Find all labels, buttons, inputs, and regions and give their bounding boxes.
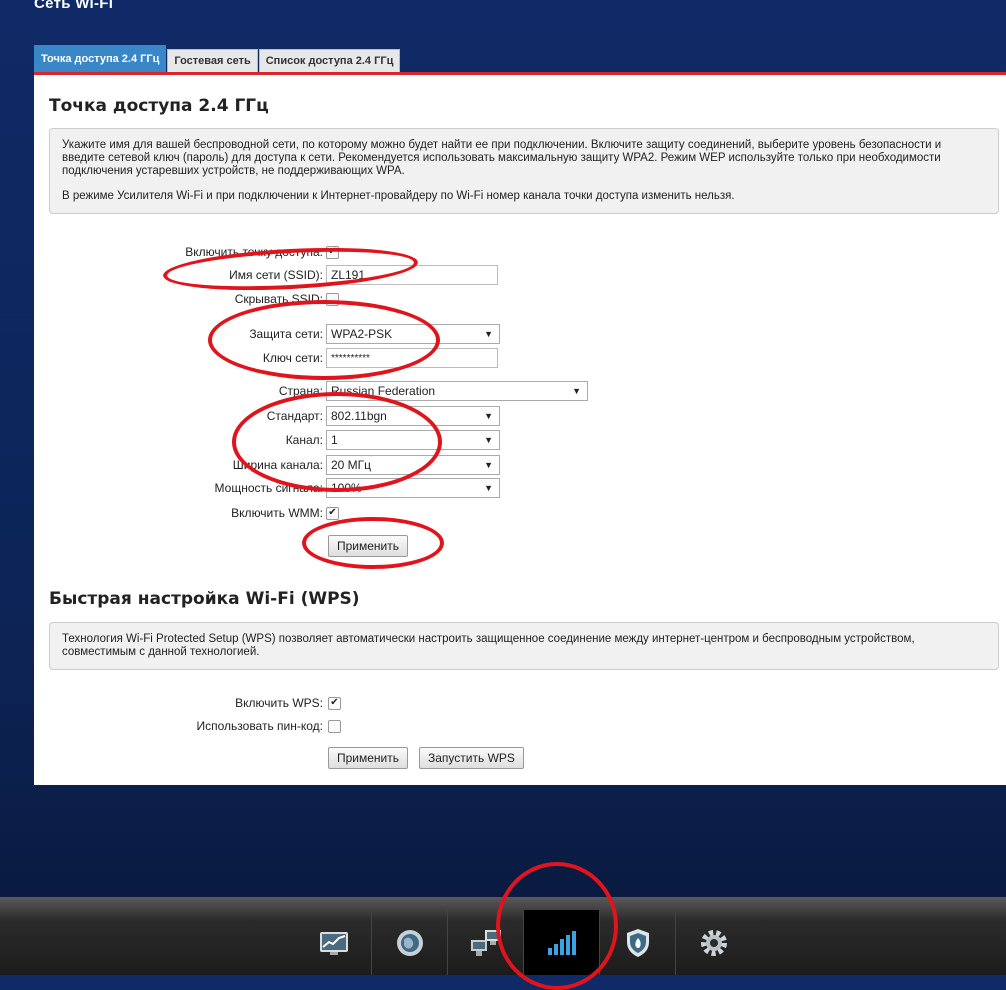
signal-power-label: Мощность сигнала: [214,481,323,495]
security-row: Защита сети: WPA2-PSK ▼ [34,324,1006,344]
ap-info-box: Укажите имя для вашей беспроводной сети,… [49,128,999,214]
standard-row: Стандарт: 802.11bgn ▼ [34,406,1006,426]
ssid-row: Имя сети (SSID): [34,265,1006,285]
security-label: Защита сети: [249,327,323,341]
hide-ssid-label: Скрывать SSID: [234,292,323,306]
chevron-down-icon: ▼ [484,460,493,470]
nav-internet-button[interactable] [372,910,447,975]
hide-ssid-checkbox[interactable] [326,293,339,306]
nav-system-button[interactable] [676,910,751,975]
country-value: Russian Federation [331,384,436,398]
tab-access-point[interactable]: Точка доступа 2.4 ГГц [34,45,167,72]
settings-panel: Точка доступа 2.4 ГГц Укажите имя для ва… [34,72,1006,785]
wps-pin-checkbox[interactable] [328,720,341,733]
signal-power-row: Мощность сигнала: 100% ▼ [34,478,1006,498]
channel-value: 1 [331,433,338,447]
wps-info-text: Технология Wi-Fi Protected Setup (WPS) п… [62,633,915,658]
security-select[interactable]: WPA2-PSK ▼ [326,324,500,344]
nav-security-button[interactable] [600,910,675,975]
ap-info-note: В режиме Усилителя Wi-Fi и при подключен… [62,190,735,202]
wmm-row: Включить WMM: ✔ [34,503,1006,523]
wps-enable-label: Включить WPS: [235,696,323,710]
nav-wifi-button[interactable] [524,910,599,975]
start-wps-button[interactable]: Запустить WPS [419,747,524,769]
page-title: Сеть Wi-Fi [34,0,114,12]
ap-section-title: Точка доступа 2.4 ГГц [49,96,269,116]
country-label: Страна: [278,384,323,398]
nav-monitor-button[interactable] [296,910,371,975]
wps-section-title: Быстрая настройка Wi-Fi (WPS) [49,589,360,609]
chevron-down-icon: ▼ [484,411,493,421]
tab-bar: Точка доступа 2.4 ГГц Гостевая сеть Спис… [34,44,401,72]
country-select[interactable]: Russian Federation ▼ [326,381,588,401]
ap-info-text: Укажите имя для вашей беспроводной сети,… [62,139,942,177]
wps-apply-button[interactable]: Применить [328,747,409,769]
tab-access-list[interactable]: Список доступа 2.4 ГГц [258,49,401,72]
channel-width-select[interactable]: 20 МГц ▼ [326,455,500,475]
wifi-signal-bars-icon [547,930,576,955]
signal-power-select[interactable]: 100% ▼ [326,478,500,498]
country-row: Страна: Russian Federation ▼ [34,381,1006,401]
network-key-input[interactable] [326,348,498,368]
chevron-down-icon: ▼ [572,386,581,396]
tab-guest-network[interactable]: Гостевая сеть [167,49,258,72]
key-label: Ключ сети: [262,351,323,365]
chevron-down-icon: ▼ [484,329,493,339]
channel-row: Канал: 1 ▼ [34,430,1006,450]
standard-value: 802.11bgn [331,409,387,423]
wps-pin-label: Использовать пин-код: [196,719,323,733]
hide-ssid-row: Скрывать SSID: [34,289,1006,309]
key-row: Ключ сети: [34,348,1006,368]
monitor-chart-icon [319,931,348,955]
standard-label: Стандарт: [266,409,323,423]
wps-enable-row: Включить WPS: ✔ [34,693,1006,713]
shield-flame-icon [626,928,649,957]
wmm-checkbox[interactable]: ✔ [326,507,339,520]
ssid-label: Имя сети (SSID): [229,268,323,282]
channel-label: Канал: [285,433,323,447]
enable-ap-checkbox[interactable]: ✔ [326,246,339,259]
wps-enable-checkbox[interactable]: ✔ [328,697,341,710]
chevron-down-icon: ▼ [484,435,493,445]
channel-width-label: Ширина канала: [232,458,323,472]
channel-width-row: Ширина канала: 20 МГц ▼ [34,455,1006,475]
standard-select[interactable]: 802.11bgn ▼ [326,406,500,426]
channel-width-value: 20 МГц [331,458,372,472]
chevron-down-icon: ▼ [484,483,493,493]
globe-icon [396,929,423,956]
bottom-nav-bar [0,897,1006,975]
enable-ap-row: Включить точку доступа: ✔ [34,242,1006,262]
nav-home-network-button[interactable] [448,910,523,975]
wps-info-box: Технология Wi-Fi Protected Setup (WPS) п… [49,622,999,670]
ssid-input[interactable] [326,265,498,285]
signal-power-value: 100% [331,481,362,495]
network-computers-icon [470,929,501,956]
channel-select[interactable]: 1 ▼ [326,430,500,450]
security-value: WPA2-PSK [331,327,393,341]
enable-ap-label: Включить точку доступа: [185,245,323,259]
ap-apply-button[interactable]: Применить [328,535,409,557]
gear-icon [700,929,727,956]
wmm-label: Включить WMM: [231,506,323,520]
wps-pin-row: Использовать пин-код: [34,716,1006,736]
